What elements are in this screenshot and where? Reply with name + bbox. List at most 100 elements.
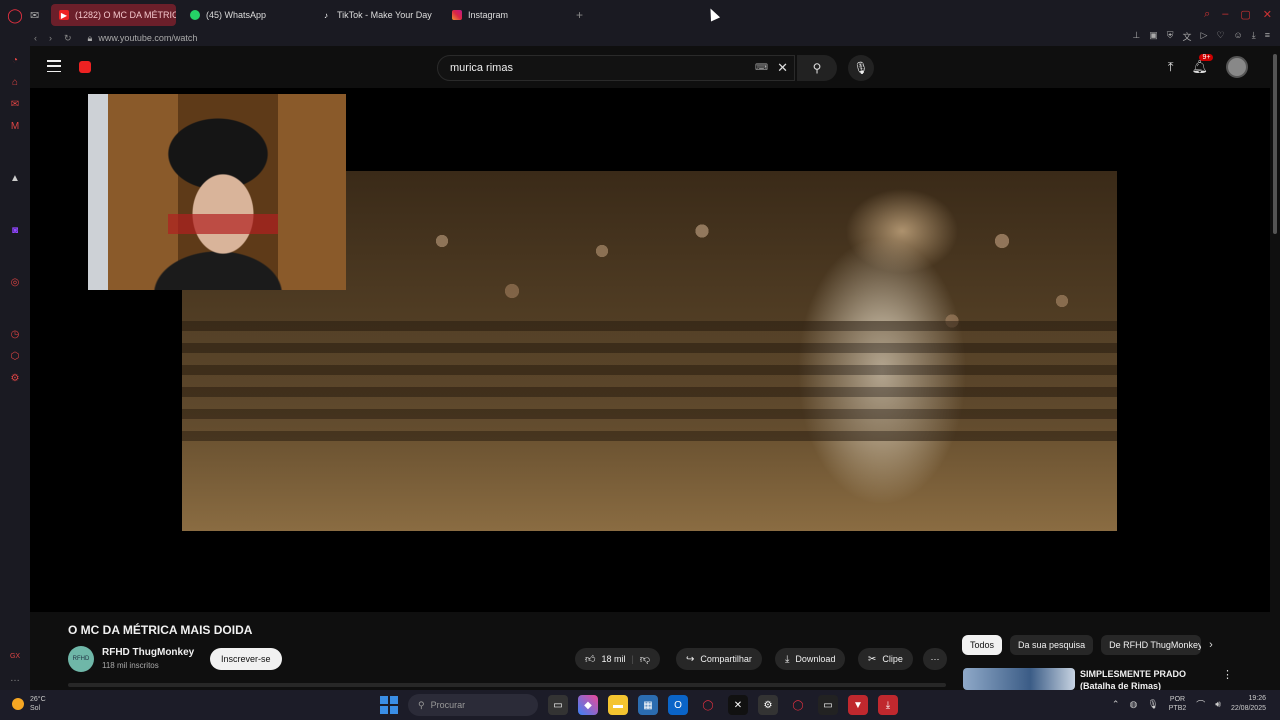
address-bar: ‹ › ↻ 🔒︎ www.youtube.com/watch ⊥ ▣ ⛨ 文 ▷… — [0, 30, 1280, 46]
download-icon[interactable]: ⤓ — [1252, 30, 1256, 43]
mail-icon[interactable]: M — [9, 120, 21, 132]
tab-youtube[interactable]: ▶ (1282) O MC DA MÉTRICA MAIS DOIDA - Yo… — [51, 4, 176, 26]
minimize-button[interactable]: – — [1222, 8, 1228, 21]
page-scrollbar[interactable] — [1270, 46, 1280, 690]
youtube-icon: ▶ — [59, 10, 69, 20]
microphone-icon: 🎙︎ — [853, 61, 869, 75]
twitch-icon[interactable]: ◙ — [9, 224, 21, 236]
whatsapp-icon — [190, 10, 200, 20]
shopping-icon[interactable]: ⌂ — [9, 76, 21, 88]
opera-taskbar-icon[interactable]: ◯ — [698, 695, 718, 715]
tray-app-icon[interactable]: ◍ — [1129, 699, 1137, 710]
snapshot-icon[interactable]: ▣ — [1149, 30, 1158, 43]
channel-name[interactable]: RFHD ThugMonkey — [102, 647, 194, 658]
app-red-2-icon[interactable]: ⤓ — [878, 695, 898, 715]
pin-icon[interactable]: ⊥ — [1132, 30, 1140, 43]
copilot-icon[interactable]: ◆ — [578, 695, 598, 715]
scrollbar-thumb[interactable] — [1273, 54, 1277, 234]
gaming-chair — [168, 214, 278, 234]
recommendation-title[interactable]: SIMPLESMENTE PRADO (Batalha de Rimas) — [1080, 668, 1220, 690]
tab-list-icon[interactable]: ✉ — [30, 9, 48, 22]
player-sidebar-icon[interactable]: ◎ — [9, 276, 21, 288]
keyboard-icon[interactable]: ⌨ — [755, 62, 768, 73]
clear-search-icon[interactable]: ✕ — [777, 60, 788, 76]
chevron-up-icon[interactable]: ⌃ — [1112, 699, 1120, 710]
lock-icon: 🔒︎ — [87, 32, 93, 43]
close-button[interactable]: ✕ — [1263, 8, 1272, 21]
upload-icon[interactable]: ⤒ — [1168, 59, 1174, 75]
back-icon[interactable]: ‹ — [34, 33, 37, 44]
youtube-logo[interactable] — [79, 61, 91, 73]
youtube-page: murica rimas ⌨ ✕ ⚲ 🎙︎ ⤒ 🔔︎ 9+ O MC DA MÉT… — [30, 46, 1270, 690]
player-icon[interactable]: ▷ — [1201, 30, 1208, 43]
opera-sidebar: ◔ ⌂ ✉ M ▲ ◙ ◎ ◷ ⬡ ⚙ GX … — [0, 46, 30, 690]
file-explorer-icon[interactable]: ▬ — [608, 695, 628, 715]
opera-gx-icon[interactable]: ◯ — [788, 695, 808, 715]
history-icon[interactable]: ◷ — [9, 328, 21, 340]
opera-menu-icon[interactable]: ◯ — [0, 7, 30, 24]
chip-todos[interactable]: Todos — [962, 635, 1003, 655]
chevron-right-icon[interactable]: › — [1209, 639, 1213, 651]
subscribe-button[interactable]: Inscrever-se — [210, 648, 282, 670]
stairs-background — [182, 321, 1117, 441]
recommendation-menu-icon[interactable]: ⋮ — [1222, 668, 1233, 681]
network-icon[interactable]: ⌒ — [1196, 698, 1205, 711]
shield-icon[interactable]: ⛨ — [1167, 30, 1174, 43]
search-icon: ⚲ — [418, 699, 425, 710]
notifications-icon[interactable]: 🔔︎ 9+ — [1191, 54, 1214, 75]
extensions-icon[interactable]: ⬡ — [9, 350, 21, 362]
clock[interactable]: 19:26 22/08/2025 — [1231, 694, 1266, 714]
translate-icon[interactable]: 文 — [1183, 30, 1192, 43]
aria-icon[interactable]: ◔ — [9, 54, 21, 66]
thumbs-down-icon[interactable]: 👎︎ — [640, 653, 650, 665]
chip-da-sua-pesquisa[interactable]: Da sua pesquisa — [1010, 635, 1094, 655]
menu-icon[interactable]: ≡ — [1265, 30, 1270, 43]
tab-instagram[interactable]: Instagram — [444, 4, 569, 26]
messenger-icon[interactable]: ✉ — [9, 98, 21, 110]
hamburger-menu-icon[interactable] — [47, 60, 61, 72]
forward-icon[interactable]: › — [49, 33, 52, 44]
recommendation-thumbnail[interactable] — [963, 668, 1075, 690]
channel-avatar[interactable]: RFHD — [68, 646, 94, 672]
app-red-icon[interactable]: ▼ — [848, 695, 868, 715]
terminal-icon[interactable]: ▭ — [818, 695, 838, 715]
weather-widget[interactable]: 26°C Sol — [12, 695, 46, 713]
capcut-icon[interactable]: ✕ — [728, 695, 748, 715]
spotify-icon[interactable]: ▲ — [9, 172, 21, 184]
maximize-button[interactable]: ▢ — [1240, 8, 1250, 21]
gx-icon[interactable]: GX — [9, 650, 21, 662]
volume-icon[interactable]: 🔊︎ — [1215, 699, 1221, 710]
search-icon: ⚲ — [812, 61, 822, 75]
chip-de-channel[interactable]: De RFHD ThugMonkey — [1101, 635, 1202, 655]
like-button[interactable]: 👍︎ 18 mil | 👎︎ — [575, 648, 660, 670]
search-tabs-icon[interactable]: ⌕ — [1204, 8, 1210, 21]
heart-icon[interactable]: ♡ — [1216, 30, 1224, 43]
new-tab-button[interactable]: + — [576, 8, 583, 22]
task-view-icon[interactable]: ▭ — [548, 695, 568, 715]
video-player[interactable] — [30, 88, 1270, 612]
profile-icon[interactable]: ☺ — [1234, 30, 1243, 43]
language-indicator[interactable]: POR PTB2 — [1169, 695, 1187, 713]
url-field[interactable]: www.youtube.com/watch — [98, 33, 197, 43]
tab-whatsapp[interactable]: (45) WhatsApp — [182, 4, 307, 26]
like-count: 18 mil — [601, 654, 626, 664]
microphone-icon[interactable]: 🎙︎ — [1147, 699, 1158, 710]
more-icon[interactable]: … — [9, 672, 21, 684]
start-button[interactable] — [380, 696, 398, 714]
settings-icon[interactable]: ⚙ — [9, 372, 21, 384]
voice-search-button[interactable]: 🎙︎ — [848, 55, 874, 81]
app-icon[interactable]: ⚙ — [758, 695, 778, 715]
reload-icon[interactable]: ↻ — [64, 33, 72, 44]
clip-button[interactable]: ✂ Clipe — [858, 648, 913, 670]
search-button[interactable]: ⚲ — [797, 55, 837, 81]
taskbar-search[interactable]: ⚲ Procurar — [408, 694, 538, 716]
search-input[interactable]: murica rimas ⌨ ✕ — [437, 55, 795, 81]
tab-tiktok[interactable]: ♪ TikTok - Make Your Day — [313, 4, 438, 26]
store-icon[interactable]: ▦ — [638, 695, 658, 715]
download-button[interactable]: ⤓ Download — [775, 648, 846, 670]
share-button[interactable]: ↪ Compartilhar — [676, 648, 762, 670]
account-avatar[interactable] — [1226, 56, 1248, 78]
outlook-icon[interactable]: O — [668, 695, 688, 715]
browser-tab-bar: ◯ ✉ ▶ (1282) O MC DA MÉTRICA MAIS DOIDA … — [0, 0, 1280, 30]
more-actions-button[interactable]: ⋯ — [923, 648, 947, 670]
